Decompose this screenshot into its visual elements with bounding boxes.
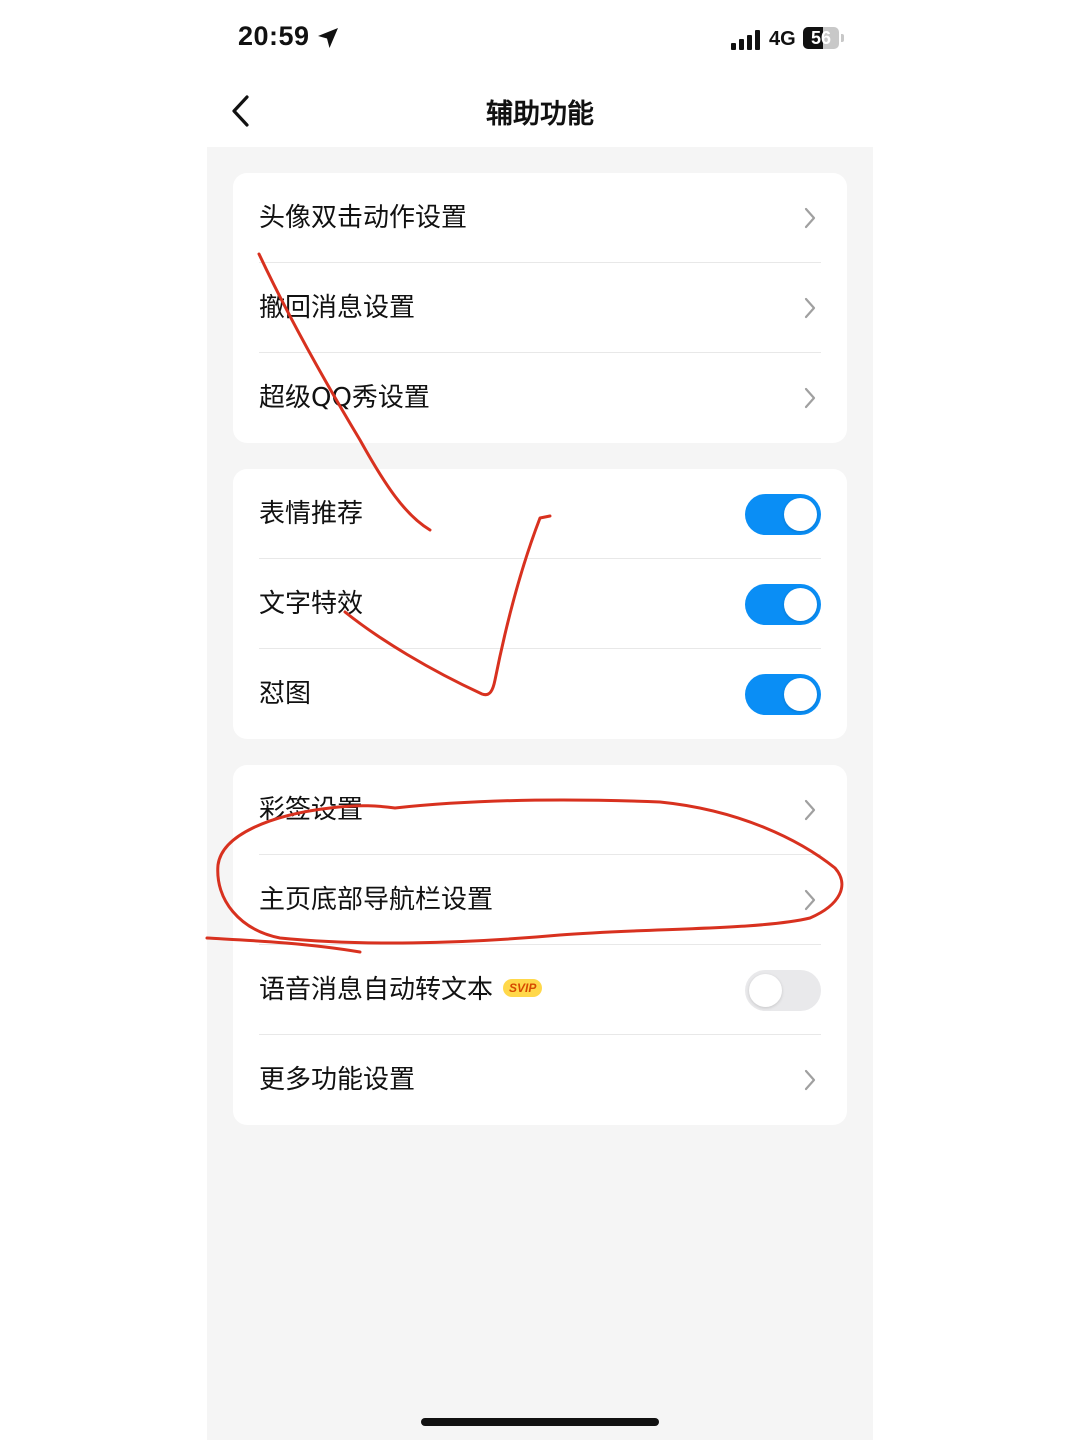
toggle-knob xyxy=(784,588,817,621)
settings-group-3: 彩签设置 主页底部导航栏设置 语音消息自动转文本 SVIP 更多功能设置 xyxy=(233,765,847,1125)
chevron-right-icon xyxy=(804,1069,816,1091)
row-label: 更多功能设置 xyxy=(259,1065,416,1095)
page-title: 辅助功能 xyxy=(486,99,594,130)
voice-to-text-toggle[interactable] xyxy=(745,970,821,1011)
network-type: 4G xyxy=(769,28,796,50)
meme-reply-toggle[interactable] xyxy=(745,674,821,715)
text-effects-row: 文字特效 xyxy=(233,559,847,649)
battery-nub xyxy=(841,34,844,42)
battery-level: 56 xyxy=(810,28,832,48)
more-features-setting-row[interactable]: 更多功能设置 xyxy=(233,1035,847,1125)
cellular-signal-icon xyxy=(731,30,760,50)
home-bottom-nav-setting-row[interactable]: 主页底部导航栏设置 xyxy=(233,855,847,945)
text-effects-toggle[interactable] xyxy=(745,584,821,625)
row-label: 超级QQ秀设置 xyxy=(259,383,430,413)
phone-screen: 20:59 4G 56 辅助功能 头像双击动作设置 撤回消息设置 超级QQ秀设置… xyxy=(207,0,873,1440)
color-tag-setting-row[interactable]: 彩签设置 xyxy=(233,765,847,855)
voice-to-text-row: 语音消息自动转文本 SVIP xyxy=(233,945,847,1035)
row-label: 撤回消息设置 xyxy=(259,293,416,323)
row-label: 怼图 xyxy=(259,679,312,709)
chevron-right-icon xyxy=(804,297,816,319)
toggle-knob xyxy=(784,498,817,531)
chevron-right-icon xyxy=(804,207,816,229)
svip-badge: SVIP xyxy=(503,978,543,997)
meme-reply-row: 怼图 xyxy=(233,649,847,739)
row-label: 表情推荐 xyxy=(259,499,364,529)
row-label: 主页底部导航栏设置 xyxy=(259,885,494,915)
chevron-right-icon xyxy=(804,387,816,409)
settings-group-2: 表情推荐 文字特效 怼图 xyxy=(233,469,847,739)
row-label: 文字特效 xyxy=(259,589,364,619)
top-bar: 20:59 4G 56 辅助功能 xyxy=(207,0,873,147)
recall-message-setting-row[interactable]: 撤回消息设置 xyxy=(233,263,847,353)
chevron-right-icon xyxy=(804,889,816,911)
toggle-knob xyxy=(749,974,782,1007)
settings-group-1: 头像双击动作设置 撤回消息设置 超级QQ秀设置 xyxy=(233,173,847,443)
voice-to-text-label: 语音消息自动转文本 xyxy=(259,975,494,1005)
row-label: 语音消息自动转文本 SVIP xyxy=(259,945,543,1035)
sticker-recommend-row: 表情推荐 xyxy=(233,469,847,559)
row-label: 头像双击动作设置 xyxy=(259,203,468,233)
row-label: 彩签设置 xyxy=(259,795,364,825)
home-indicator xyxy=(421,1418,659,1426)
status-time: 20:59 xyxy=(238,21,310,51)
location-arrow-icon xyxy=(318,28,338,48)
battery-icon: 56 xyxy=(803,27,839,49)
super-qq-show-setting-row[interactable]: 超级QQ秀设置 xyxy=(233,353,847,443)
sticker-recommend-toggle[interactable] xyxy=(745,494,821,535)
avatar-double-tap-setting-row[interactable]: 头像双击动作设置 xyxy=(233,173,847,263)
toggle-knob xyxy=(784,678,817,711)
chevron-right-icon xyxy=(804,799,816,821)
